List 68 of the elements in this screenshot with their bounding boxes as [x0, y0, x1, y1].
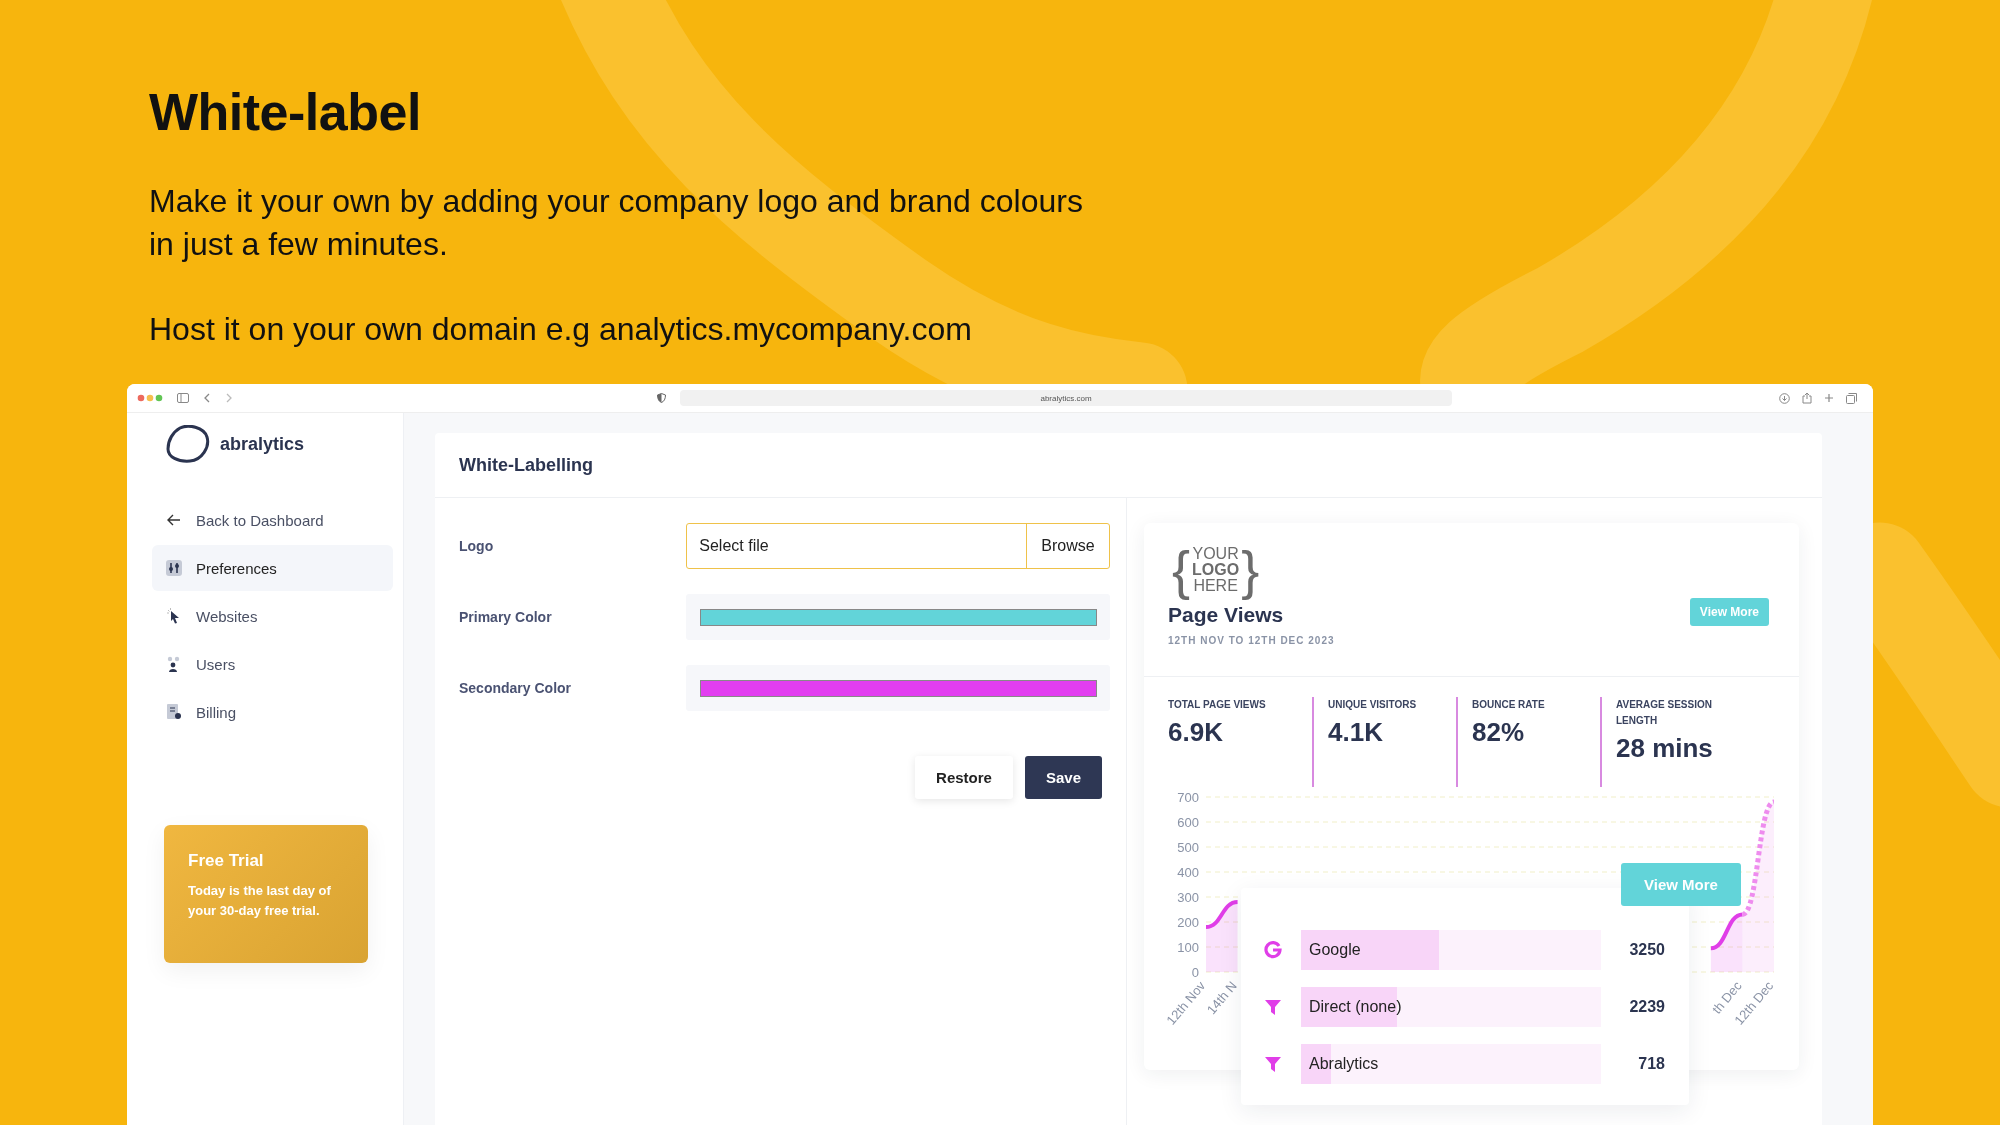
trial-title: Free Trial: [188, 851, 265, 871]
color-field[interactable]: [686, 594, 1110, 640]
back-icon[interactable]: [203, 393, 211, 403]
forward-icon[interactable]: [225, 393, 233, 403]
save-button[interactable]: Save: [1024, 756, 1102, 799]
stat-label: BOUNCE RATE: [1472, 698, 1546, 712]
stat-value: 82%: [1472, 717, 1526, 748]
source-count: 2239: [1629, 997, 1666, 1016]
download-icon[interactable]: [1779, 392, 1790, 404]
y-tick-label: 600: [1177, 815, 1199, 830]
file-field[interactable]: Select file Browse: [686, 523, 1110, 569]
restore-button[interactable]: Restore: [915, 756, 1013, 799]
field-label: Secondary Color: [459, 680, 573, 696]
stat-label: AVERAGE SESSION LENGTH: [1616, 698, 1713, 728]
trial-text: Today is the last day of your 30-day free trial.: [188, 882, 332, 920]
g-arc-icon: [1264, 940, 1282, 959]
arrow-left-icon: [166, 514, 182, 526]
y-tick-label: 0: [1191, 965, 1199, 980]
funnel-icon: [1264, 1054, 1282, 1073]
stat-value: 6.9K: [1168, 717, 1224, 748]
domain-text: Host it on your own domain e.g analytics.mycompany.com: [149, 310, 973, 349]
source-name: Google: [1308, 940, 1361, 959]
card-title: White-Labelling: [459, 454, 593, 476]
share-icon[interactable]: [1802, 392, 1812, 404]
y-tick-label: 500: [1177, 840, 1199, 855]
y-tick-label: 300: [1177, 890, 1199, 905]
plus-icon[interactable]: [1824, 393, 1834, 403]
stat-label: TOTAL PAGE VIEWS: [1168, 698, 1267, 712]
nav-item[interactable]: Users: [152, 641, 393, 687]
logo-placeholder-text: LOGO: [1192, 562, 1240, 578]
funnel-icon: [1264, 997, 1282, 1016]
nav-item[interactable]: Back to Dashboard: [152, 497, 393, 543]
chart-title: Page Views: [1168, 603, 1285, 627]
stat-value: 28 mins: [1616, 733, 1714, 764]
blob-logo-icon: [166, 425, 210, 463]
brand-name: abralytics: [220, 433, 305, 455]
stat-value: 4.1K: [1328, 717, 1384, 748]
field-label: Primary Color: [459, 609, 553, 625]
color-field[interactable]: [686, 665, 1110, 711]
field-label: Logo: [459, 538, 495, 554]
nav-item[interactable]: Websites: [152, 593, 393, 639]
address-bar[interactable]: abralytics.com: [680, 390, 1452, 406]
users-icon: [166, 656, 182, 672]
browse-button[interactable]: Browse: [1026, 524, 1109, 568]
y-tick-label: 200: [1177, 915, 1199, 930]
page-title: White-label: [149, 82, 422, 142]
source-name: Direct (none): [1308, 997, 1402, 1016]
url-text: abralytics.com: [1040, 393, 1092, 403]
logo-placeholder-text: YOUR: [1192, 546, 1239, 562]
y-tick-label: 700: [1177, 790, 1199, 805]
date-range: 12TH NOV TO 12TH DEC 2023: [1168, 635, 1335, 646]
nav-item[interactable]: Preferences: [152, 545, 393, 591]
receipt-icon: [166, 704, 182, 720]
shield-icon[interactable]: [657, 393, 666, 403]
source-name: Abralytics: [1308, 1054, 1379, 1073]
sliders-icon: [166, 560, 182, 576]
tabs-icon[interactable]: [1846, 392, 1857, 404]
source-count: 3250: [1629, 940, 1666, 959]
y-tick-label: 400: [1177, 865, 1199, 880]
logo-placeholder-text: HERE: [1193, 578, 1238, 594]
window-controls-icon[interactable]: [137, 394, 163, 402]
nav-item[interactable]: Billing: [152, 689, 393, 735]
y-tick-label: 100: [1177, 940, 1199, 955]
stat-label: UNIQUE VISITORS: [1328, 698, 1418, 712]
intro-text: Make it your own by adding your company logo and brand colours in just a few minutes.: [149, 182, 1084, 264]
source-count: 718: [1638, 1054, 1666, 1073]
sidebar-toggle-icon[interactable]: [177, 393, 189, 403]
area-fill: [1206, 902, 1238, 972]
